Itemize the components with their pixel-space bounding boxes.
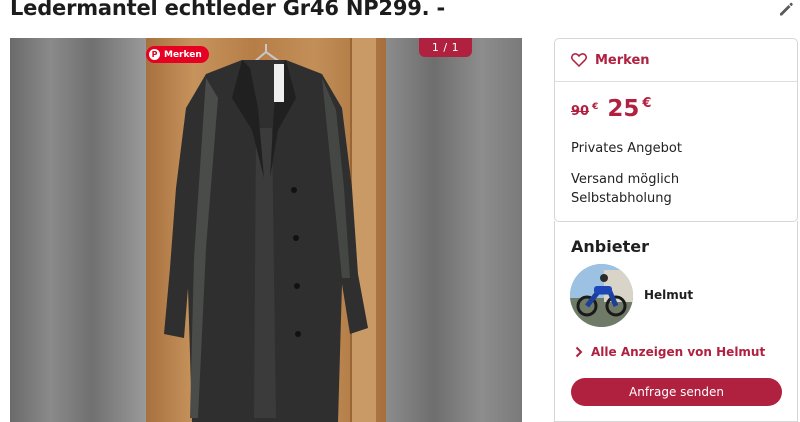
gallery-blur-right: [386, 38, 522, 422]
listing-photo[interactable]: [146, 38, 386, 422]
all-ads-label: Alle Anzeigen von Helmut: [591, 345, 766, 359]
old-price-currency: €: [592, 102, 599, 112]
seller-heading: Anbieter: [571, 237, 649, 256]
page-title: Ledermantel echtleder Gr46 NP299. -: [10, 0, 446, 20]
avatar[interactable]: [570, 264, 633, 327]
heart-icon: [571, 53, 587, 67]
send-inquiry-button[interactable]: Anfrage senden: [571, 378, 782, 406]
gallery-blur-left: [10, 38, 146, 422]
pickup-info: Selbstabholung: [571, 191, 672, 206]
pinterest-save-button[interactable]: P Merken: [146, 46, 209, 63]
chevron-right-icon: [575, 346, 583, 358]
pinterest-save-label: Merken: [164, 49, 202, 60]
old-price: 90: [571, 104, 590, 119]
pencil-icon: [780, 2, 793, 16]
pinterest-icon: P: [149, 49, 160, 60]
edit-button[interactable]: [776, 0, 796, 18]
shipping-info: Versand möglich: [571, 172, 680, 187]
leather-coat-image: [164, 44, 368, 422]
motorcycle-avatar-image: [570, 264, 633, 327]
all-ads-link[interactable]: Alle Anzeigen von Helmut: [575, 345, 765, 359]
price-card: Merken 90 € 25 € Privates Angebot Versan…: [554, 38, 798, 222]
seller-name[interactable]: Helmut: [644, 288, 693, 302]
merken-button[interactable]: Merken: [555, 39, 797, 82]
offer-type: Privates Angebot: [571, 141, 682, 156]
image-gallery[interactable]: [10, 38, 522, 422]
merken-label: Merken: [595, 52, 650, 68]
image-counter: 1 / 1: [419, 38, 472, 57]
seller-card: Anbieter Helmut Alle Anzeigen von Helmut…: [554, 221, 798, 422]
price: 90 € 25 €: [571, 96, 651, 122]
current-price: 25: [607, 96, 640, 122]
current-price-currency: €: [642, 96, 652, 111]
